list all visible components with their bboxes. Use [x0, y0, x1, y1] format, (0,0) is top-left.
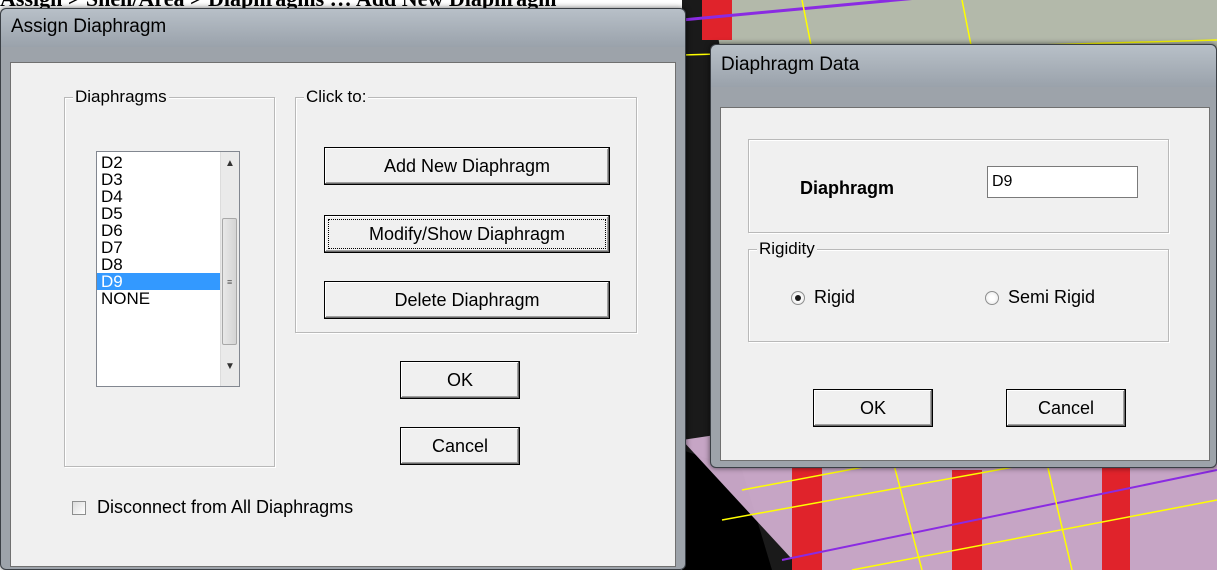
list-item[interactable]: NONE	[97, 290, 221, 307]
diaphragm-name-label: Diaphragm	[800, 178, 895, 198]
document-caption: Assign > Shell/Area > Diaphragms … Add N…	[0, 0, 1217, 8]
scroll-down-icon[interactable]: ▼	[221, 358, 239, 376]
scroll-up-icon[interactable]: ▲	[221, 155, 239, 173]
diaphragm-data-window: Diaphragm Data Diaphragm Rigidity Rigid …	[710, 44, 1217, 468]
diaphragm-data-client: Diaphragm Rigidity Rigid Semi Rigid OK C…	[720, 107, 1210, 461]
list-item[interactable]: D8	[97, 256, 221, 273]
assign-diaphragm-window: Assign Diaphragm Diaphragms D2 D3 D4 D5 D6 D7…	[0, 8, 686, 570]
add-new-diaphragm-button[interactable]: Add New Diaphragm	[324, 147, 610, 185]
disconnect-checkbox[interactable]	[72, 501, 86, 515]
diaphragm-list-scrollbar[interactable]: ▲ ≡ ▼	[220, 152, 239, 386]
modify-show-diaphragm-button[interactable]: Modify/Show Diaphragm	[324, 215, 610, 253]
scroll-thumb[interactable]: ≡	[222, 218, 237, 345]
delete-diaphragm-button[interactable]: Delete Diaphragm	[324, 281, 610, 319]
list-item[interactable]: D9	[97, 273, 221, 290]
list-item[interactable]: D4	[97, 188, 221, 205]
diaphragm-data-title: Diaphragm Data	[711, 45, 1216, 87]
rigid-radio[interactable]	[791, 291, 805, 305]
rigid-label: Rigid	[814, 287, 856, 307]
grip-icon: ≡	[227, 277, 233, 287]
semi-rigid-radio[interactable]	[985, 291, 999, 305]
data-cancel-button[interactable]: Cancel	[1006, 389, 1126, 427]
diaphragms-group-label: Diaphragms	[73, 87, 169, 107]
assign-diaphragm-title: Assign Diaphragm	[1, 9, 685, 47]
list-item[interactable]: D7	[97, 239, 221, 256]
list-item[interactable]: D3	[97, 171, 221, 188]
diaphragm-list[interactable]: D2 D3 D4 D5 D6 D7 D8 D9 NONE ▲ ≡ ▼	[96, 151, 240, 387]
rigidity-group: Rigidity	[748, 239, 1169, 342]
semi-rigid-label: Semi Rigid	[1008, 287, 1096, 307]
disconnect-label: Disconnect from All Diaphragms	[97, 497, 354, 517]
diaphragm-name-input[interactable]	[987, 166, 1138, 198]
data-ok-button[interactable]: OK	[813, 389, 933, 427]
assign-diaphragm-client: Diaphragms D2 D3 D4 D5 D6 D7 D8 D9 NONE ▲ ≡ ▼ Cl…	[10, 62, 676, 567]
diaphragms-group: Diaphragms D2 D3 D4 D5 D6 D7 D8 D9 NONE ▲ ≡ ▼	[64, 87, 275, 467]
list-item[interactable]: D2	[97, 154, 221, 171]
click-to-group-label: Click to:	[304, 87, 369, 107]
ok-button[interactable]: OK	[400, 361, 520, 399]
rigidity-group-label: Rigidity	[757, 239, 817, 259]
list-item[interactable]: D5	[97, 205, 221, 222]
list-item[interactable]: D6	[97, 222, 221, 239]
cancel-button[interactable]: Cancel	[400, 427, 520, 465]
